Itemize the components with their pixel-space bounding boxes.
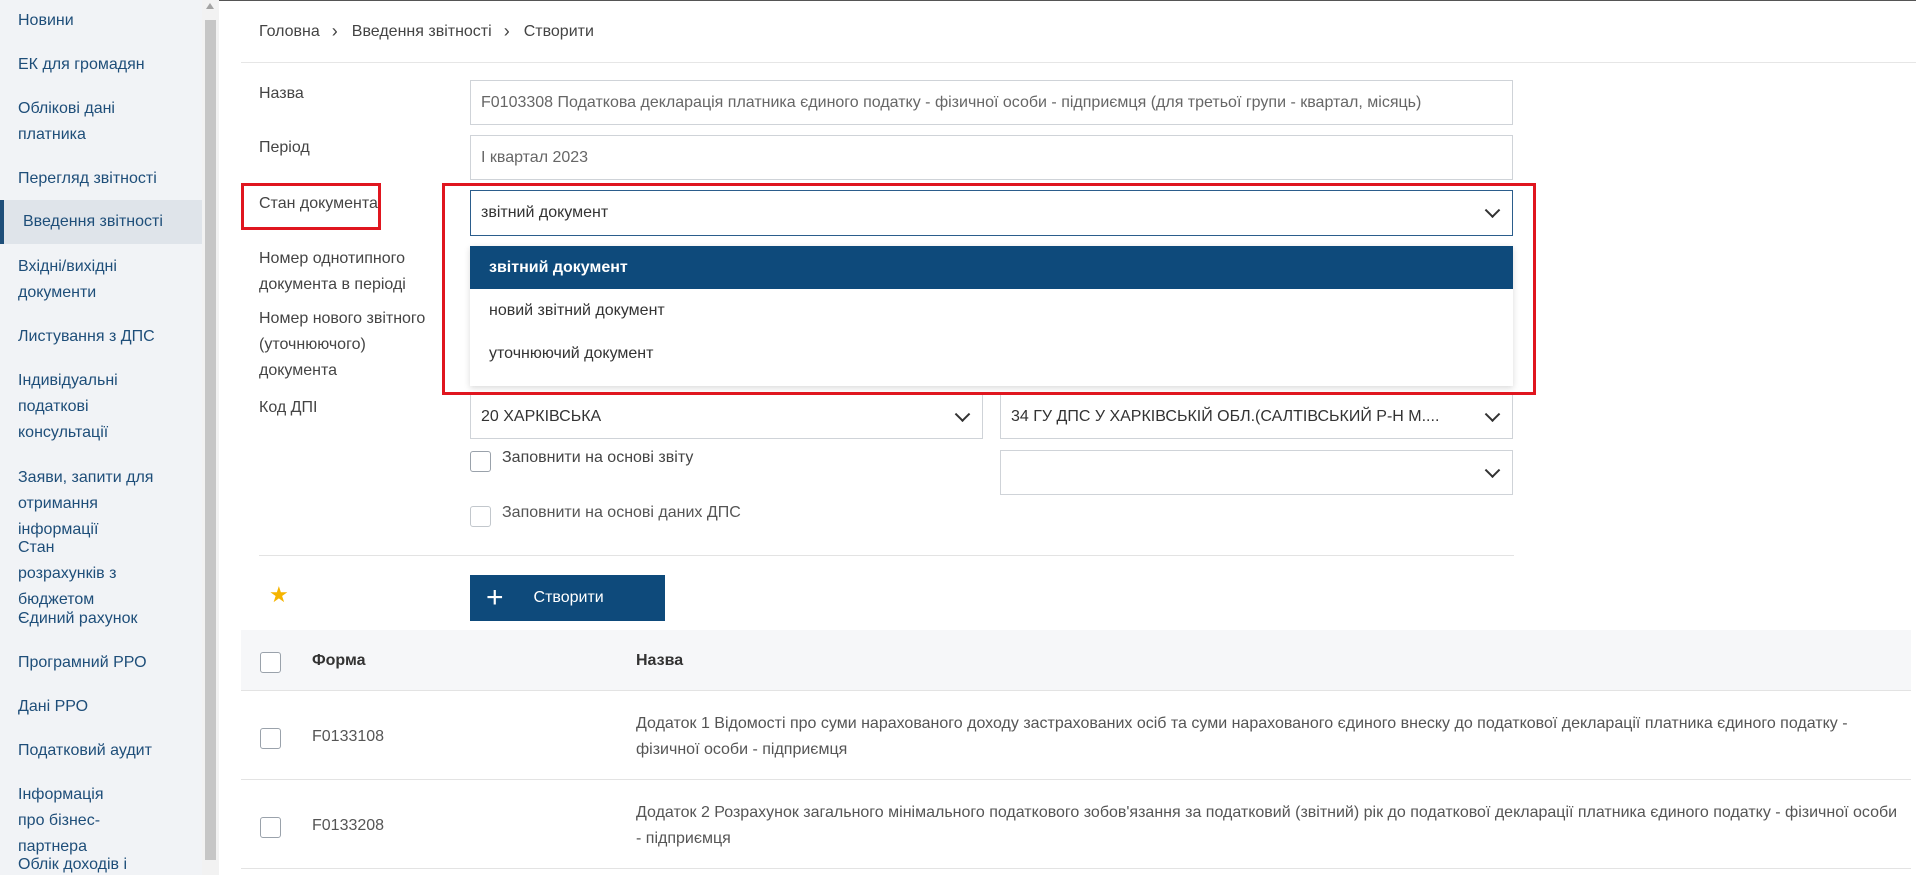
third-select[interactable]	[1000, 450, 1513, 495]
sidebar-item-rro-data[interactable]: Дані РРО	[0, 694, 104, 720]
name-value: F0103308 Податкова декларація платника є…	[481, 93, 1422, 111]
sidebar-scrollbar[interactable]	[202, 0, 219, 875]
fill-from-report-label: Заповнити на основі звіту	[502, 449, 694, 466]
same-type-number-label: Номер однотипного документа в періоді	[259, 250, 406, 293]
create-button-label: Створити	[533, 589, 604, 606]
fill-from-dps-checkbox[interactable]	[470, 506, 491, 527]
sidebar-item-income-accounting[interactable]: Облік доходів і	[0, 852, 143, 875]
sidebar-item-tax-audit[interactable]: Податковий аудит	[0, 738, 168, 764]
select-all-checkbox[interactable]	[260, 652, 281, 673]
row-checkbox[interactable]	[260, 817, 281, 838]
new-report-number-label: Номер нового звітного (уточнюючого) доку…	[259, 310, 426, 379]
row-form-code: F0133208	[312, 817, 385, 834]
scrollbar-thumb[interactable]	[205, 20, 216, 860]
breadcrumb-enter-reports[interactable]: Введення звітності	[352, 23, 492, 41]
divider	[241, 62, 1916, 63]
row-form-name: Додаток 2 Розрахунок загального мінімаль…	[636, 804, 1898, 847]
chevron-right-icon: ›	[331, 21, 338, 41]
fill-from-dps-label: Заповнити на основі даних ДПС	[502, 504, 741, 521]
divider	[259, 555, 1514, 556]
sidebar-item-software-rro[interactable]: Програмний РРО	[0, 650, 163, 676]
column-header-name[interactable]: Назва	[636, 652, 683, 670]
chevron-down-icon	[1484, 461, 1501, 478]
chevron-down-icon	[954, 405, 971, 422]
plus-icon: +	[486, 581, 504, 614]
sidebar-item-business-partner[interactable]: Інформація про бізнес-партнера	[0, 782, 150, 860]
sidebar-item-correspondence[interactable]: Листування з ДПС	[0, 324, 171, 350]
fill-from-report-checkbox[interactable]	[470, 451, 491, 472]
table-header	[241, 630, 1911, 690]
name-label: Назва	[259, 85, 304, 102]
row-form-name: Додаток 1 Відомості про суми нарахованог…	[636, 715, 1848, 758]
divider	[241, 868, 1911, 869]
breadcrumb-create: Створити	[523, 22, 594, 40]
highlight-status-label	[241, 183, 381, 230]
sidebar-item-requests[interactable]: Заяви, запити для отримання інформації	[0, 465, 190, 543]
favorite-star-icon[interactable]: ★	[269, 584, 289, 606]
sidebar-item-consultations[interactable]: Індивідуальні податкові консультації	[0, 368, 130, 446]
divider	[241, 690, 1911, 691]
create-button[interactable]: + Створити	[470, 575, 665, 621]
sidebar-item-enter-reports[interactable]: Введення звітності	[0, 200, 202, 244]
region-value: 20 ХАРКІВСЬКА	[481, 407, 602, 425]
row-form-code: F0133108	[312, 728, 385, 745]
period-field: I квартал 2023	[470, 135, 1513, 180]
office-select[interactable]: 34 ГУ ДПС У ХАРКІВСЬКІЙ ОБЛ.(САЛТІВСЬКИЙ…	[1000, 394, 1513, 439]
main-content: Головна › Введення звітності › Створити …	[219, 0, 1916, 875]
breadcrumb: Головна › Введення звітності › Створити	[259, 21, 594, 42]
region-select[interactable]: 20 ХАРКІВСЬКА	[470, 394, 983, 439]
sidebar-item-news[interactable]: Новини	[0, 8, 90, 34]
chevron-down-icon	[1484, 405, 1501, 422]
sidebar-item-budget-settlements[interactable]: Стан розрахунків з бюджетом	[0, 535, 160, 613]
sidebar-item-account-data[interactable]: Облікові дані платника	[0, 96, 150, 148]
sidebar-item-documents[interactable]: Вхідні/вихідні документи	[0, 254, 150, 306]
sidebar-item-single-account[interactable]: Єдиний рахунок	[0, 606, 153, 632]
breadcrumb-home[interactable]: Головна	[259, 23, 320, 41]
dpi-code-label: Код ДПІ	[259, 399, 318, 416]
period-label: Період	[259, 139, 310, 156]
scroll-up-arrow-icon[interactable]	[206, 3, 214, 9]
sidebar-item-ek-citizens[interactable]: ЕК для громадян	[0, 52, 161, 78]
period-value: I квартал 2023	[481, 148, 589, 166]
sidebar-item-view-reports[interactable]: Перегляд звітності	[0, 166, 173, 192]
chevron-right-icon: ›	[503, 21, 510, 41]
column-header-form[interactable]: Форма	[312, 652, 366, 670]
row-checkbox[interactable]	[260, 728, 281, 749]
name-field: F0103308 Податкова декларація платника є…	[470, 80, 1513, 125]
office-value: 34 ГУ ДПС У ХАРКІВСЬКІЙ ОБЛ.(САЛТІВСЬКИЙ…	[1011, 407, 1440, 425]
highlight-status-dropdown	[442, 183, 1536, 395]
divider	[241, 779, 1911, 780]
sidebar: Новини ЕК для громадян Облікові дані пла…	[0, 0, 202, 875]
